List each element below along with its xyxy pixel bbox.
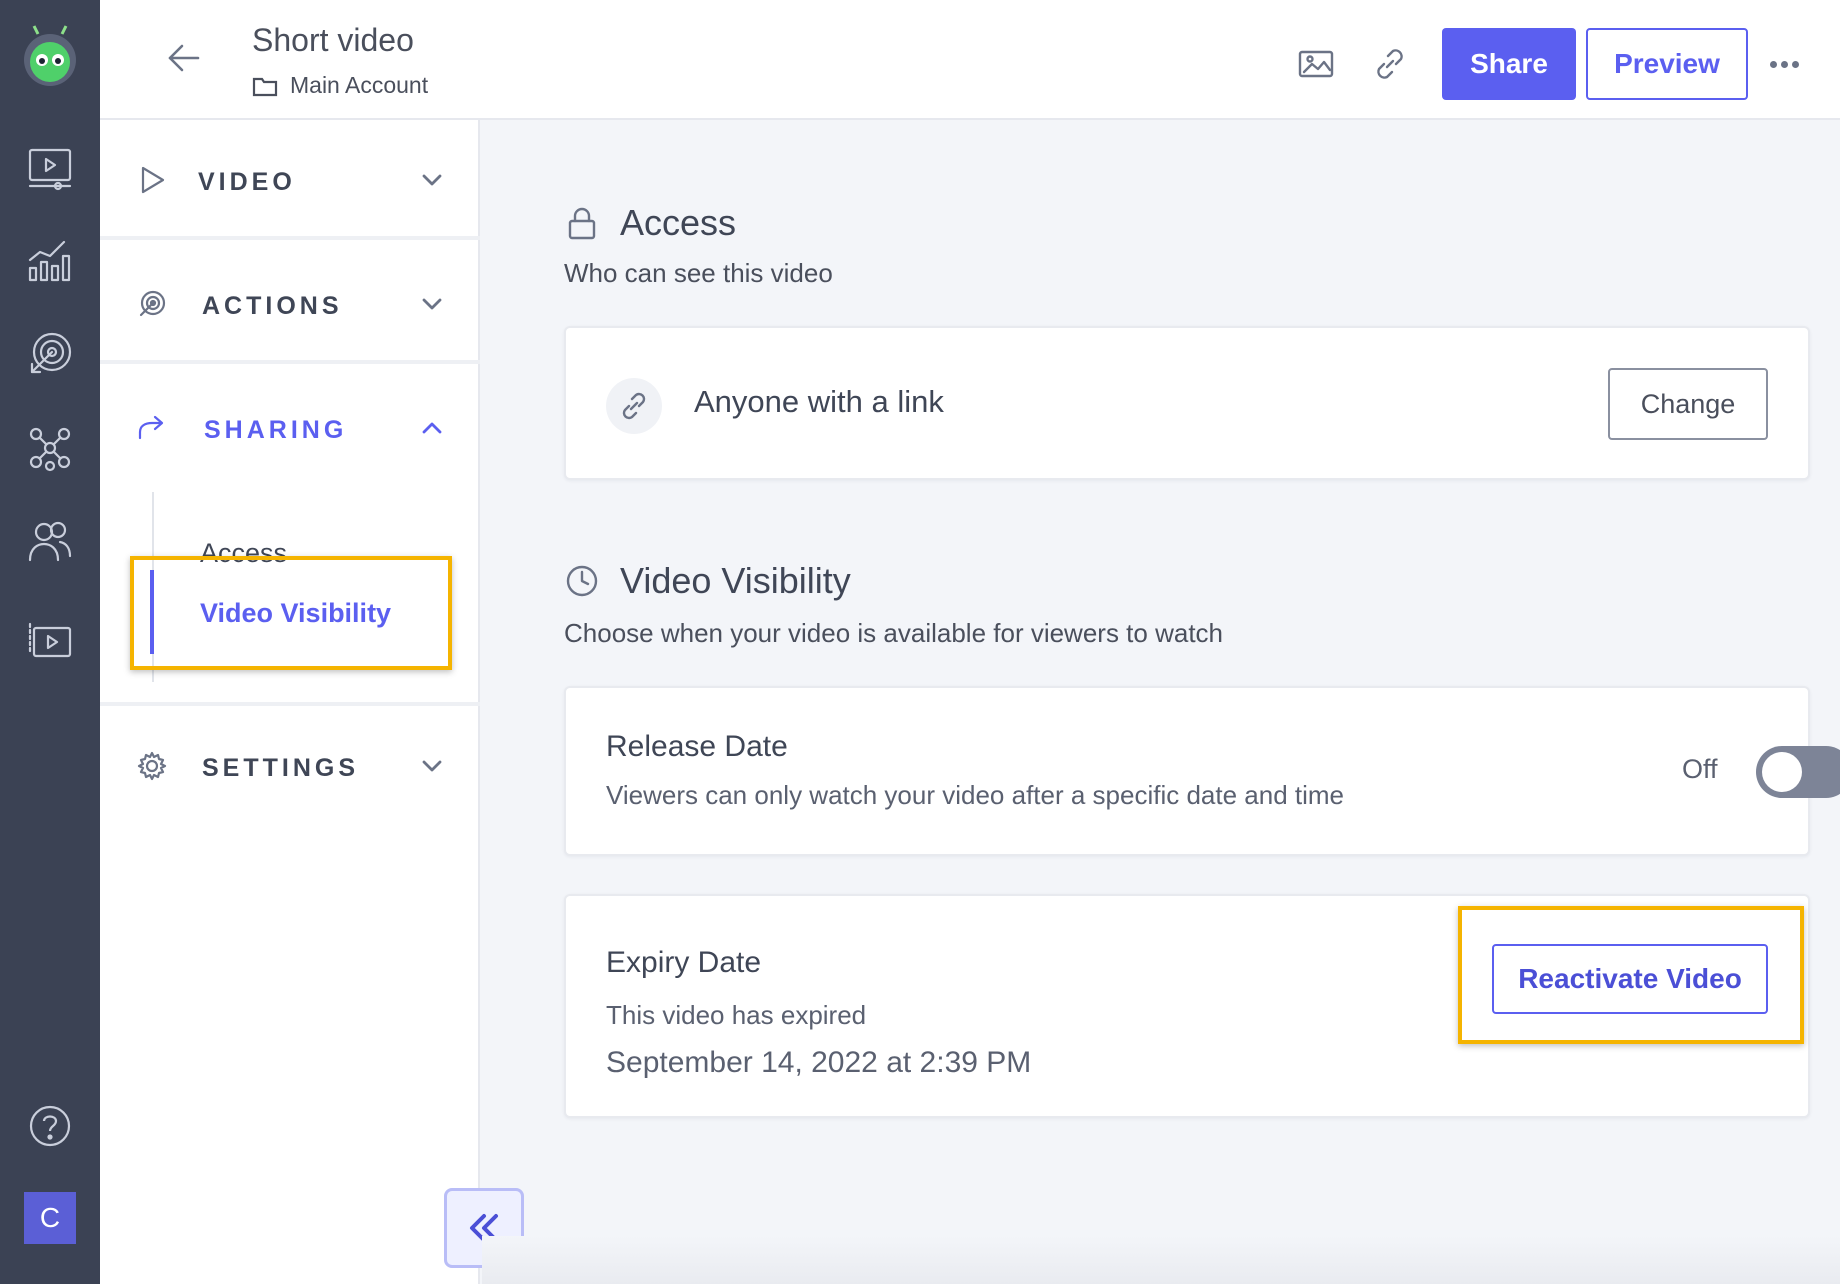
app-logo[interactable]	[18, 24, 82, 88]
access-setting: Anyone with a link	[694, 384, 944, 419]
thumbnail-icon[interactable]	[1296, 44, 1336, 84]
copy-link-icon[interactable]	[1370, 44, 1410, 84]
sidebar-section-settings[interactable]: SETTINGS	[100, 702, 480, 822]
videos-icon[interactable]	[20, 138, 80, 198]
target-icon	[136, 288, 168, 320]
visibility-title: Video Visibility	[620, 560, 851, 601]
share-icon	[136, 412, 168, 444]
help-icon[interactable]	[28, 1104, 72, 1148]
expiry-status: This video has expired	[606, 1000, 867, 1030]
sidebar-section-video[interactable]: VIDEO	[100, 120, 480, 240]
sidebar-section-sharing[interactable]: SHARING	[100, 368, 480, 488]
expiry-date-title: Expiry Date	[606, 946, 762, 979]
release-date-title: Release Date	[606, 730, 788, 763]
video-title: Short video	[252, 22, 414, 58]
integrations-icon[interactable]	[20, 418, 80, 478]
target-icon[interactable]	[20, 324, 80, 384]
highlight-box	[1458, 906, 1804, 1044]
release-date-card: Release Date Viewers can only watch your…	[564, 686, 1840, 856]
more-options-icon[interactable]	[1764, 44, 1804, 84]
access-heading: Access	[564, 202, 736, 244]
sidebar-section-label: SETTINGS	[202, 754, 360, 782]
bottom-fade	[482, 1236, 1840, 1284]
chevron-down-icon	[418, 752, 446, 780]
change-access-button[interactable]: Change	[1608, 368, 1768, 440]
toggle-knob	[1762, 752, 1802, 792]
access-title: Access	[620, 202, 737, 243]
preview-button[interactable]: Preview	[1586, 28, 1748, 100]
play-icon	[136, 164, 168, 196]
link-icon	[606, 378, 662, 434]
back-arrow-icon[interactable]	[164, 38, 204, 78]
chevron-down-icon	[418, 166, 446, 194]
top-header: Short video Main Account Share Preview	[100, 0, 1840, 120]
release-toggle-state: Off	[1682, 754, 1718, 784]
release-date-toggle[interactable]	[1756, 746, 1840, 798]
expiry-datetime: September 14, 2022 at 2:39 PM	[606, 1046, 1032, 1079]
release-date-description: Viewers can only watch your video after …	[606, 780, 1345, 810]
sidebar-section-label: SHARING	[204, 416, 348, 444]
chevron-up-icon	[418, 414, 446, 442]
breadcrumb[interactable]: Main Account	[252, 72, 428, 99]
access-subtitle: Who can see this video	[564, 258, 833, 288]
contacts-icon[interactable]	[20, 512, 80, 572]
breadcrumb-account[interactable]: Main Account	[290, 72, 428, 99]
lock-icon	[568, 207, 596, 240]
sidebar-section-actions[interactable]: ACTIONS	[100, 244, 480, 364]
user-avatar[interactable]: C	[24, 1192, 76, 1244]
access-card: Anyone with a link Change	[564, 326, 1810, 480]
editor-sidebar: VIDEO ACTIONS SHARING Access Video Visib…	[100, 120, 480, 1284]
analytics-icon[interactable]	[20, 230, 80, 290]
chevron-down-icon	[418, 290, 446, 318]
highlight-box	[130, 556, 452, 670]
main-content: Access Who can see this video Anyone wit…	[482, 122, 1840, 1284]
visibility-heading: Video Visibility	[564, 560, 851, 602]
gear-icon	[136, 750, 168, 782]
playlists-icon[interactable]	[20, 610, 80, 670]
visibility-subtitle: Choose when your video is available for …	[564, 618, 1224, 648]
sidebar-section-label: VIDEO	[198, 168, 296, 196]
app-rail: C	[0, 0, 100, 1284]
clock-icon	[566, 565, 598, 597]
sidebar-section-label: ACTIONS	[202, 292, 343, 320]
folder-icon	[252, 77, 278, 96]
share-button[interactable]: Share	[1442, 28, 1576, 100]
